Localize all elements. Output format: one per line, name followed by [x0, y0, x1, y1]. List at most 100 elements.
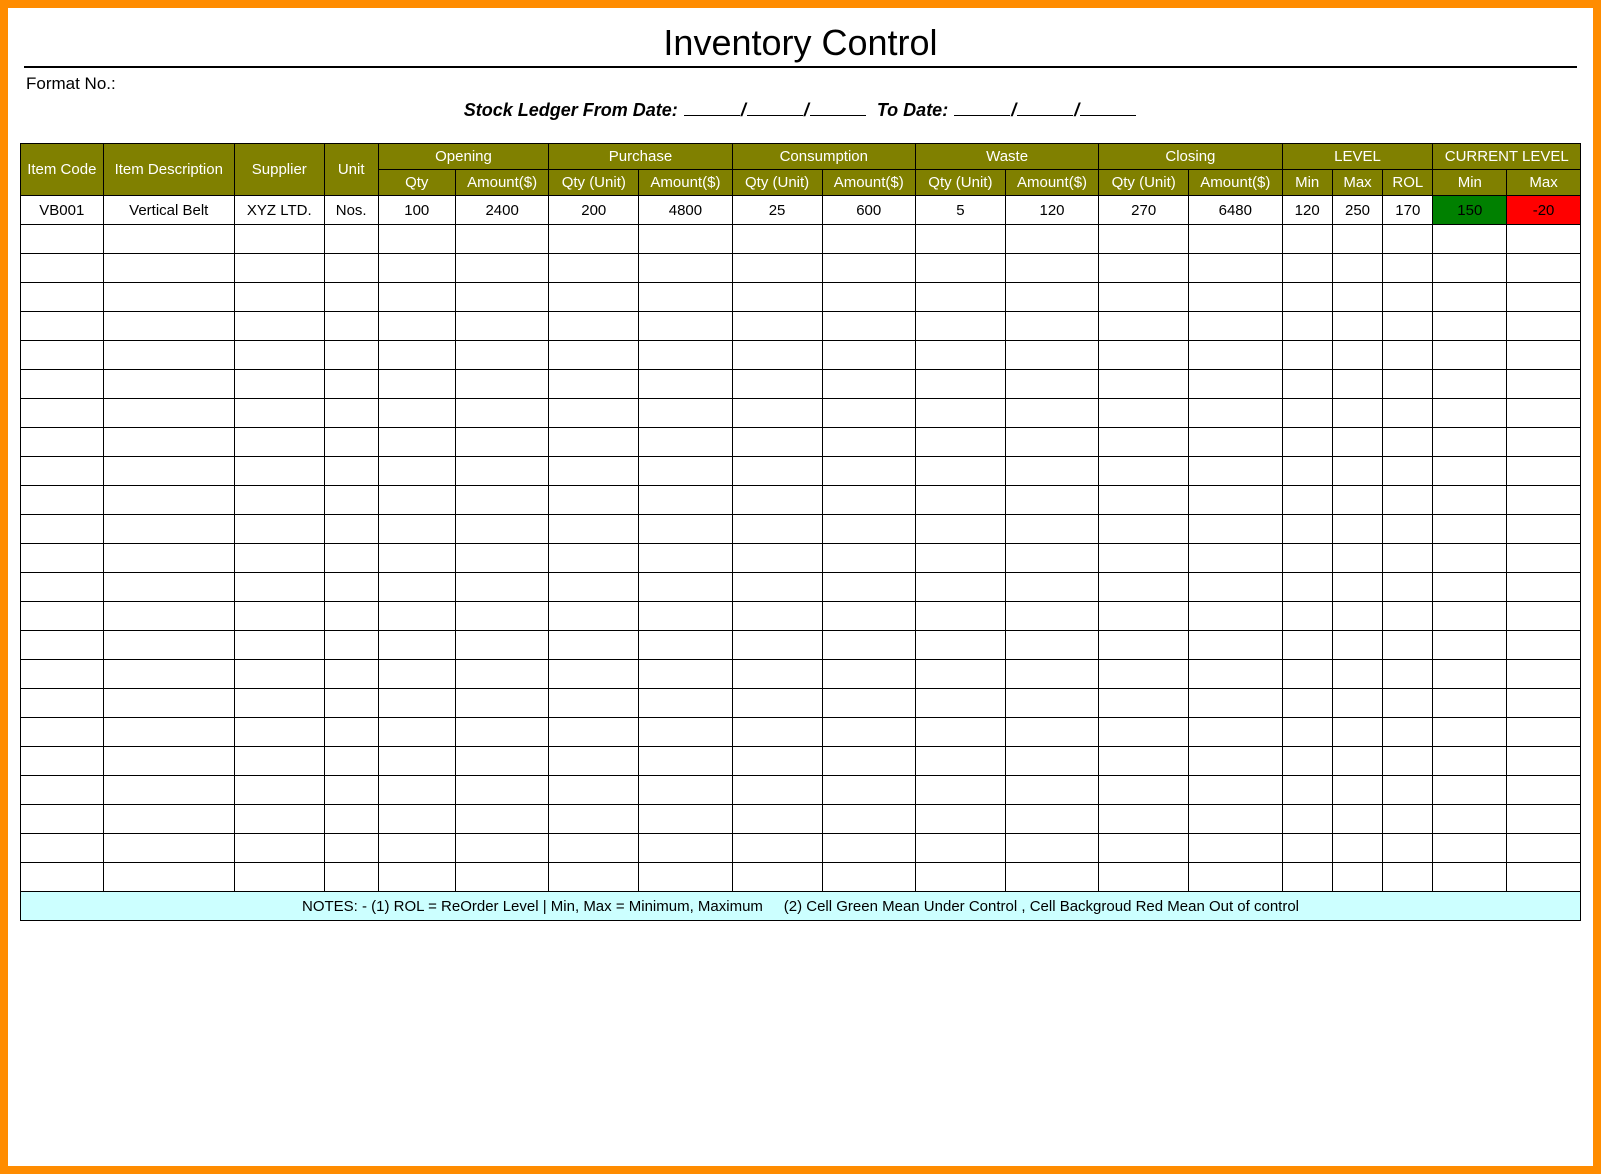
- cell-empty[interactable]: [1332, 834, 1382, 863]
- cell-empty[interactable]: [234, 573, 324, 602]
- cell-empty[interactable]: [103, 776, 234, 805]
- cell-empty[interactable]: [378, 660, 455, 689]
- cell-empty[interactable]: [1005, 225, 1098, 254]
- cell-empty[interactable]: [915, 834, 1005, 863]
- cell-empty[interactable]: [1099, 544, 1189, 573]
- cell-empty[interactable]: [1507, 863, 1581, 892]
- cell-empty[interactable]: [103, 689, 234, 718]
- cell-empty[interactable]: [1332, 225, 1382, 254]
- cell-empty[interactable]: [1433, 805, 1507, 834]
- cell-empty[interactable]: [732, 399, 822, 428]
- cell-empty[interactable]: [639, 834, 732, 863]
- cell-empty[interactable]: [1189, 428, 1282, 457]
- cell-empty[interactable]: [915, 689, 1005, 718]
- cell-empty[interactable]: [822, 718, 915, 747]
- cell-empty[interactable]: [21, 805, 104, 834]
- cell-empty[interactable]: [915, 457, 1005, 486]
- cell-empty[interactable]: [1433, 341, 1507, 370]
- cell-empty[interactable]: [915, 544, 1005, 573]
- cell-empty[interactable]: [549, 718, 639, 747]
- cell-empty[interactable]: [234, 718, 324, 747]
- cell-empty[interactable]: [1332, 457, 1382, 486]
- cell-empty[interactable]: [21, 834, 104, 863]
- cell-empty[interactable]: [915, 573, 1005, 602]
- cell-empty[interactable]: [455, 399, 548, 428]
- cell-purchase_amt[interactable]: 4800: [639, 196, 732, 225]
- cell-empty[interactable]: [915, 660, 1005, 689]
- cell-empty[interactable]: [1332, 341, 1382, 370]
- cell-empty[interactable]: [234, 312, 324, 341]
- cell-empty[interactable]: [324, 747, 378, 776]
- cell-empty[interactable]: [455, 863, 548, 892]
- cell-empty[interactable]: [1332, 863, 1382, 892]
- cell-level_min[interactable]: 120: [1282, 196, 1332, 225]
- cell-empty[interactable]: [732, 544, 822, 573]
- cell-empty[interactable]: [234, 283, 324, 312]
- cell-opening_qty[interactable]: 100: [378, 196, 455, 225]
- cell-empty[interactable]: [1507, 283, 1581, 312]
- cell-empty[interactable]: [639, 660, 732, 689]
- cell-empty[interactable]: [324, 834, 378, 863]
- cell-empty[interactable]: [1189, 341, 1282, 370]
- cell-empty[interactable]: [1433, 689, 1507, 718]
- cell-item_code[interactable]: VB001: [21, 196, 104, 225]
- cell-empty[interactable]: [1383, 312, 1433, 341]
- cell-empty[interactable]: [1099, 283, 1189, 312]
- cell-empty[interactable]: [1332, 631, 1382, 660]
- cell-empty[interactable]: [732, 573, 822, 602]
- cell-empty[interactable]: [639, 573, 732, 602]
- cell-cur_max[interactable]: -20: [1507, 196, 1581, 225]
- cell-empty[interactable]: [1005, 341, 1098, 370]
- cell-empty[interactable]: [324, 399, 378, 428]
- cell-empty[interactable]: [21, 544, 104, 573]
- cell-empty[interactable]: [1099, 718, 1189, 747]
- cell-empty[interactable]: [1099, 602, 1189, 631]
- cell-empty[interactable]: [455, 602, 548, 631]
- cell-empty[interactable]: [1282, 834, 1332, 863]
- cell-empty[interactable]: [1383, 370, 1433, 399]
- cell-waste_qty[interactable]: 5: [915, 196, 1005, 225]
- cell-empty[interactable]: [639, 776, 732, 805]
- cell-empty[interactable]: [455, 805, 548, 834]
- cell-empty[interactable]: [455, 573, 548, 602]
- cell-empty[interactable]: [1507, 631, 1581, 660]
- cell-empty[interactable]: [1005, 254, 1098, 283]
- cell-empty[interactable]: [324, 283, 378, 312]
- cell-empty[interactable]: [1383, 805, 1433, 834]
- cell-empty[interactable]: [1507, 602, 1581, 631]
- cell-item_desc[interactable]: Vertical Belt: [103, 196, 234, 225]
- cell-consumption_qty[interactable]: 25: [732, 196, 822, 225]
- cell-opening_amt[interactable]: 2400: [455, 196, 548, 225]
- cell-empty[interactable]: [1383, 254, 1433, 283]
- cell-empty[interactable]: [1189, 718, 1282, 747]
- cell-empty[interactable]: [1332, 805, 1382, 834]
- cell-empty[interactable]: [378, 863, 455, 892]
- cell-empty[interactable]: [455, 660, 548, 689]
- cell-empty[interactable]: [378, 573, 455, 602]
- cell-empty[interactable]: [822, 370, 915, 399]
- cell-empty[interactable]: [1507, 573, 1581, 602]
- cell-empty[interactable]: [378, 341, 455, 370]
- cell-empty[interactable]: [324, 254, 378, 283]
- from-day-blank[interactable]: [684, 102, 740, 116]
- cell-supplier[interactable]: XYZ LTD.: [234, 196, 324, 225]
- cell-empty[interactable]: [234, 834, 324, 863]
- cell-empty[interactable]: [1005, 544, 1098, 573]
- cell-empty[interactable]: [1332, 515, 1382, 544]
- cell-empty[interactable]: [378, 399, 455, 428]
- cell-closing_qty[interactable]: 270: [1099, 196, 1189, 225]
- cell-empty[interactable]: [324, 863, 378, 892]
- cell-empty[interactable]: [1189, 544, 1282, 573]
- cell-empty[interactable]: [549, 486, 639, 515]
- cell-empty[interactable]: [1189, 834, 1282, 863]
- cell-empty[interactable]: [732, 631, 822, 660]
- cell-empty[interactable]: [1282, 747, 1332, 776]
- cell-empty[interactable]: [549, 254, 639, 283]
- cell-empty[interactable]: [1005, 312, 1098, 341]
- cell-empty[interactable]: [1005, 602, 1098, 631]
- cell-empty[interactable]: [1507, 428, 1581, 457]
- cell-empty[interactable]: [1189, 254, 1282, 283]
- cell-empty[interactable]: [1433, 254, 1507, 283]
- cell-empty[interactable]: [639, 312, 732, 341]
- cell-empty[interactable]: [21, 602, 104, 631]
